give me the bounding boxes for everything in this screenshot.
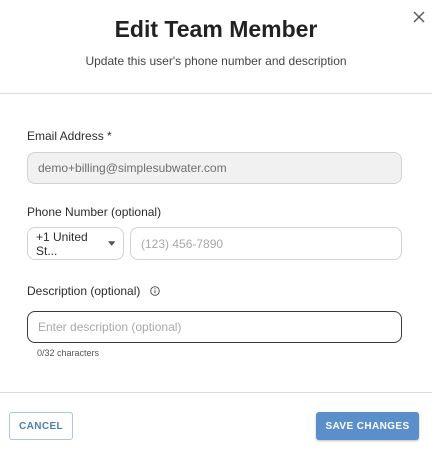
footer-divider [0, 392, 432, 393]
dialog-subtitle: Update this user's phone number and desc… [85, 54, 347, 68]
country-code-value: +1 United St... [36, 229, 88, 258]
phone-placeholder: (123) 456-7890 [141, 236, 224, 251]
email-field: demo+billing@simplesubwater.com [27, 152, 402, 184]
description-label: Description (optional) [27, 284, 161, 298]
save-changes-button[interactable]: SAVE CHANGES [316, 412, 419, 440]
phone-number-input[interactable]: (123) 456-7890 [130, 227, 402, 260]
email-value: demo+billing@simplesubwater.com [38, 161, 227, 175]
header-divider [0, 93, 432, 94]
info-icon[interactable] [150, 286, 161, 296]
description-placeholder: Enter description (optional) [38, 320, 182, 334]
cancel-button[interactable]: CANCEL [9, 412, 73, 440]
phone-label-text: Phone Number (optional) [27, 205, 162, 219]
dialog-title: Edit Team Member [114, 16, 318, 42]
edit-team-member-dialog: Edit Team Member Update this user's phon… [0, 0, 448, 471]
description-input[interactable]: Enter description (optional) [27, 311, 402, 343]
phone-label: Phone Number (optional) [27, 205, 161, 219]
email-label: Email Address * [27, 129, 112, 143]
caret-down-icon [107, 240, 115, 246]
description-label-text: Description (optional) [27, 284, 141, 298]
country-code-select[interactable]: +1 United St... [27, 227, 124, 260]
description-char-count: 0/32 characters [37, 348, 100, 358]
email-label-text: Email Address * [27, 129, 112, 143]
